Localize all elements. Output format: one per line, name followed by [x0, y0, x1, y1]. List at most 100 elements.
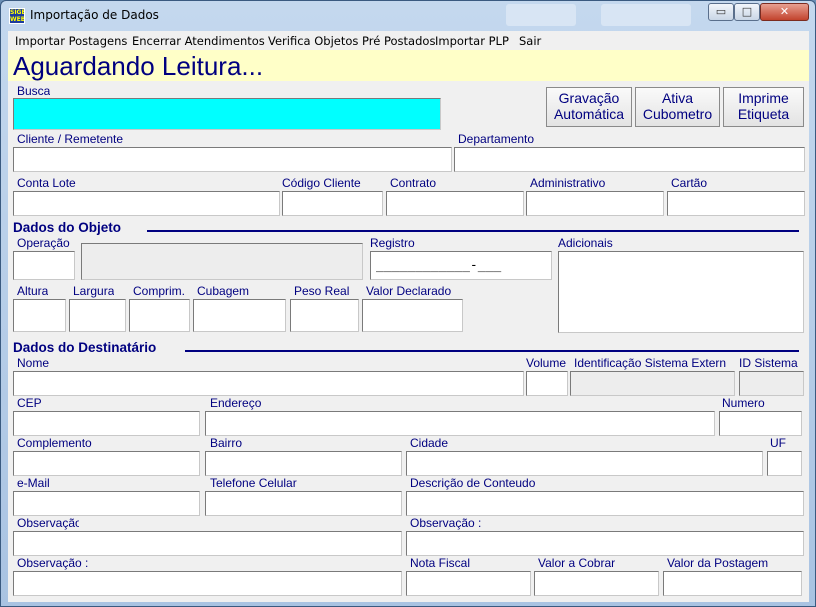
cartao-input[interactable] — [667, 191, 805, 216]
administrativo-input[interactable] — [526, 191, 664, 216]
observacao2-label: Observação : — [410, 516, 482, 530]
complemento-label: Complemento — [17, 436, 92, 450]
window-title: Importação de Dados — [30, 8, 159, 22]
gravacao-label-line1: Gravação — [558, 90, 620, 106]
valor-cobrar-input[interactable] — [534, 571, 659, 596]
peso-real-label: Peso Real — [294, 284, 350, 298]
largura-input[interactable] — [69, 299, 126, 332]
conta-lote-label: Conta Lote — [17, 176, 76, 190]
nota-fiscal-label: Nota Fiscal — [410, 556, 471, 570]
observacao3-input[interactable] — [13, 571, 402, 596]
gravacao-automatica-button[interactable]: Gravação Automática — [546, 87, 632, 127]
volume-label: Volume — [526, 356, 567, 370]
cubometro-label-line2: Cubometro — [642, 106, 713, 122]
cubometro-label-line1: Ativa — [661, 90, 694, 106]
largura-label: Largura — [73, 284, 115, 298]
departamento-input[interactable] — [454, 147, 805, 172]
identificacao-label: Identificação Sistema Extern — [574, 356, 727, 370]
gravacao-label-line2: Automática — [553, 106, 625, 122]
codigo-cliente-label: Código Cliente — [282, 176, 361, 190]
email-input[interactable] — [13, 491, 200, 516]
menu-importar-postagens[interactable]: Importar Postagens — [15, 34, 127, 48]
menu-bar: Importar Postagens Encerrar Atendimentos… — [8, 31, 809, 50]
busca-input[interactable] — [13, 98, 441, 130]
registro-label: Registro — [370, 236, 415, 250]
nome-input[interactable] — [13, 371, 524, 396]
volume-input[interactable] — [526, 371, 568, 396]
dados-destinatario-heading: Dados do Destinatário — [13, 340, 157, 355]
maximize-icon: □ — [741, 5, 753, 18]
observacao3-label: Observação : — [17, 556, 89, 570]
id-sistema-label: ID Sistema — [739, 356, 798, 370]
operacao-input[interactable] — [13, 251, 75, 280]
menu-sair[interactable]: Sair — [519, 34, 541, 48]
valor-postagem-label: Valor da Postagem — [667, 556, 769, 570]
cliente-remetente-label: Cliente / Remetente — [17, 132, 124, 146]
descricao-conteudo-input[interactable] — [406, 491, 804, 516]
background-decoration — [506, 4, 576, 26]
administrativo-label: Administrativo — [530, 176, 606, 190]
ativa-cubometro-button[interactable]: Ativa Cubometro — [635, 87, 720, 127]
nota-fiscal-input[interactable] — [406, 571, 531, 596]
operacao-label: Operação — [17, 236, 70, 250]
complemento-input[interactable] — [13, 451, 200, 476]
dados-objeto-heading: Dados do Objeto — [13, 220, 121, 235]
close-button[interactable]: ✕ — [760, 3, 809, 21]
endereco-input[interactable] — [205, 411, 715, 436]
bairro-label: Bairro — [210, 436, 243, 450]
peso-real-input[interactable] — [290, 299, 359, 332]
bairro-input[interactable] — [205, 451, 402, 476]
identificacao-input — [570, 371, 735, 396]
section-divider — [185, 350, 799, 352]
menu-encerrar-atendimentos[interactable]: Encerrar Atendimentos — [132, 34, 265, 48]
observacao1-input[interactable] — [13, 531, 402, 556]
comprimento-input[interactable] — [129, 299, 190, 332]
uf-input[interactable] — [767, 451, 802, 476]
etiqueta-label-line2: Etiqueta — [737, 106, 790, 122]
close-icon: ✕ — [779, 5, 790, 18]
cep-input[interactable] — [13, 411, 200, 436]
application-window: SIGEP WEB Importação de Dados ▭ □ ✕ Impo… — [0, 0, 816, 607]
altura-input[interactable] — [13, 299, 66, 332]
registro-input[interactable]: ____________-___ — [370, 251, 552, 280]
endereco-label: Endereço — [210, 396, 262, 410]
cidade-label: Cidade — [410, 436, 449, 450]
etiqueta-label-line1: Imprime — [738, 90, 789, 106]
client-area: Importar Postagens Encerrar Atendimentos… — [8, 31, 809, 602]
nome-label: Nome — [17, 356, 50, 370]
departamento-label: Departamento — [458, 132, 535, 146]
contrato-label: Contrato — [390, 176, 437, 190]
cliente-remetente-input[interactable] — [13, 147, 452, 172]
maximize-button[interactable]: □ — [734, 3, 760, 21]
observacao2-input[interactable] — [406, 531, 804, 556]
adicionais-textarea[interactable] — [558, 251, 804, 333]
imprime-etiqueta-button[interactable]: Imprime Etiqueta — [723, 87, 804, 127]
cidade-input[interactable] — [406, 451, 763, 476]
minimize-button[interactable]: ▭ — [708, 3, 734, 21]
background-decoration — [601, 4, 691, 26]
cep-label: CEP — [17, 396, 42, 410]
title-bar[interactable]: SIGEP WEB Importação de Dados ▭ □ ✕ — [1, 1, 815, 31]
app-logo-icon: SIGEP WEB — [9, 8, 25, 24]
valor-postagem-input[interactable] — [663, 571, 802, 596]
cartao-label: Cartão — [671, 176, 708, 190]
status-banner: Aguardando Leitura... — [8, 50, 809, 81]
menu-importar-plp[interactable]: Importar PLP — [435, 34, 509, 48]
email-label: e-Mail — [17, 476, 50, 490]
cubagem-label: Cubagem — [197, 284, 250, 298]
altura-label: Altura — [17, 284, 49, 298]
telefone-input[interactable] — [205, 491, 402, 516]
numero-input[interactable] — [719, 411, 802, 436]
valor-declarado-input[interactable] — [362, 299, 463, 332]
cubagem-input[interactable] — [193, 299, 286, 332]
contrato-input[interactable] — [386, 191, 524, 216]
comprimento-label: Comprim. — [133, 284, 186, 298]
operacao-description-field — [81, 243, 363, 280]
codigo-cliente-input[interactable] — [282, 191, 383, 216]
menu-verifica-objetos[interactable]: Verifica Objetos Pré Postados — [268, 34, 435, 48]
valor-cobrar-label: Valor a Cobrar — [538, 556, 616, 570]
registro-mask: ____________-___ — [376, 258, 502, 273]
conta-lote-input[interactable] — [13, 191, 280, 216]
adicionais-label: Adicionais — [558, 236, 613, 250]
minimize-icon: ▭ — [715, 5, 727, 18]
